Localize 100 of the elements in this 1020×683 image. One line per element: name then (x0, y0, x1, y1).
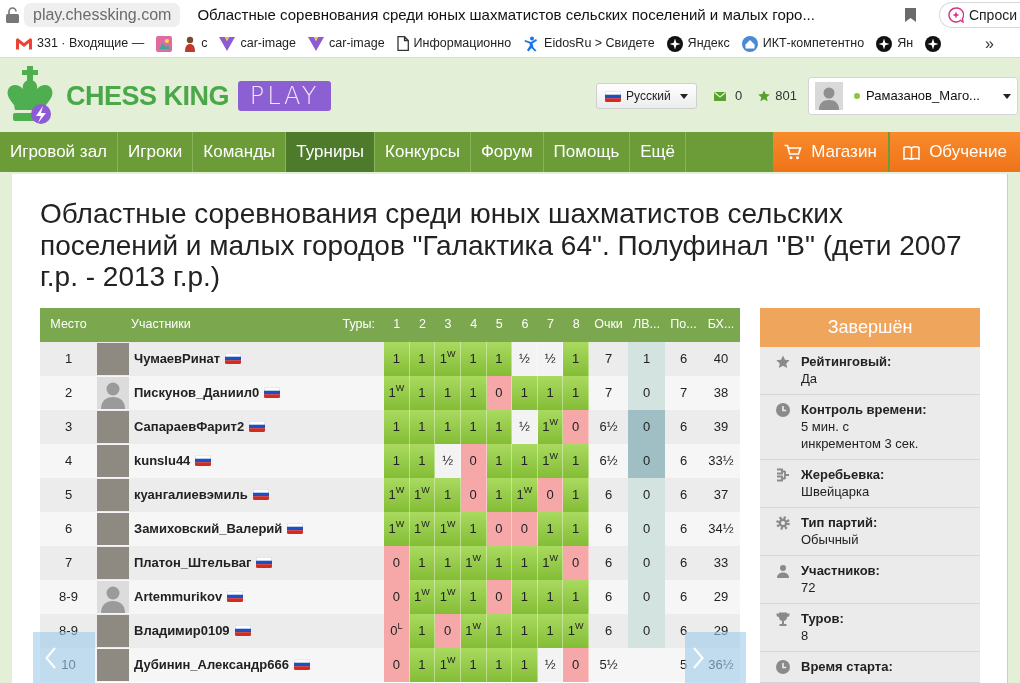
tiebreak-text: 6 (679, 519, 688, 538)
bookmark-icon (904, 7, 916, 22)
place-text: 3 (64, 417, 73, 436)
result-cell: 1 (512, 375, 538, 410)
column-heading: ЛВ... (632, 316, 661, 334)
info-value: Швейцарка (801, 482, 871, 500)
result-cell: 1 (384, 341, 410, 376)
result-cell: 0$^{L}$ (384, 613, 410, 648)
player-name[interactable]: Платон_Штельваг (134, 552, 252, 573)
avatar-photo (97, 342, 129, 375)
avatar-photo (97, 546, 129, 579)
result-cell: 1 (384, 443, 410, 478)
player-name[interactable]: Artemmurikov (134, 586, 223, 607)
column-heading: По... (669, 316, 698, 334)
info-value: Да (801, 369, 819, 387)
bookmark[interactable]: ИКТ-компетентно (741, 34, 865, 53)
flag-icon (195, 455, 212, 466)
document-icon (396, 36, 409, 51)
points-text: 6 (604, 519, 613, 538)
player-name[interactable]: СапараевФарит2 (134, 416, 245, 437)
bookmark[interactable]: Ян (876, 34, 914, 53)
star-icon (758, 90, 771, 102)
result-cell: 1 (435, 545, 461, 580)
nav-tab[interactable]: Турниры (286, 132, 376, 172)
avatar-photo (97, 410, 129, 443)
player-name[interactable]: Замиховский_Валерий (134, 518, 283, 539)
player-name[interactable]: Владимир0109 (134, 620, 230, 641)
tiebreak-text: 34½ (708, 519, 734, 538)
picture-icon (156, 35, 173, 52)
player-name[interactable]: Дубинин_Александр666 (134, 654, 289, 675)
result-cell: 0 (384, 647, 410, 682)
tiebreak-cell: 0 (628, 579, 665, 614)
player-name[interactable]: kunslu44 (134, 450, 191, 471)
info-label: Контроль времени: (801, 400, 928, 418)
column-heading: 4 (469, 316, 479, 334)
points-text: 6½ (599, 451, 618, 470)
result-cell: 0 (384, 579, 410, 614)
info-label: Участников: (801, 561, 881, 579)
bookmark[interactable]: с (184, 34, 208, 53)
result-cell: 0 (563, 647, 589, 682)
messages-link[interactable]: 0 (714, 86, 743, 106)
info-label: Тип партий: (801, 513, 879, 531)
result-cell: 1 (563, 341, 589, 376)
tiebreak-cell: 1 (628, 341, 665, 376)
column-heading: Участники (131, 316, 191, 334)
flag-icon (264, 387, 281, 398)
info-value: 8 (801, 626, 810, 644)
player-name[interactable]: ЧумаевРинат (134, 348, 221, 369)
person-icon (184, 35, 197, 52)
avatar-icon (815, 82, 843, 110)
tiebreak-text: 29 (713, 621, 729, 640)
more-bookmarks-button[interactable]: » (985, 31, 994, 56)
tiebreak-text: 6 (679, 587, 688, 606)
bookmark[interactable]: 331 · Входящие — (16, 34, 145, 53)
flag-icon (234, 625, 251, 636)
column-heading: 7 (546, 316, 556, 334)
logo-text: CHESS KING (66, 79, 230, 113)
info-label: Рейтинговый: (801, 352, 893, 370)
tiebreak-text: 7 (679, 383, 688, 402)
tournament-title: Областные соревнования среди юных шахматистов сельских поселений и малых городов "Галактика 64". Полуфинал "В" (дети 2007 г.р. - 2013 г.р.) (40, 198, 962, 293)
bookmark[interactable] (925, 35, 942, 52)
chat-sparkle-icon (947, 7, 964, 23)
v-logo-icon (308, 36, 325, 51)
bookmark[interactable]: Яндекс (666, 34, 730, 53)
user-menu-button[interactable]: Рамазанов_Маго... (808, 77, 1018, 115)
result-cell: 1 (435, 477, 461, 512)
result-cell: 1 (563, 477, 589, 512)
bookmark[interactable]: Информационно (396, 34, 512, 53)
address-bar[interactable]: play.chessking.com (24, 3, 181, 27)
player-name[interactable]: Пискунов_Даниил0 (134, 382, 260, 403)
bookmark[interactable]: car-image (219, 34, 297, 53)
result-cell: 1 (512, 613, 538, 648)
player-name[interactable]: куангалиевэмиль (134, 484, 248, 505)
column-heading: 2 (417, 316, 427, 334)
language-dropdown[interactable]: Русский (596, 83, 698, 109)
tiebreak-text: 6 (679, 417, 688, 436)
result-cell: 1 (563, 443, 589, 478)
place-text: 8-9 (59, 621, 78, 640)
flag-icon (252, 489, 269, 500)
place-text: 2 (64, 383, 73, 402)
tiebreak-text: 6 (679, 553, 688, 572)
figure-icon (523, 35, 540, 52)
column-heading: 6 (520, 316, 530, 334)
result-cell: 1$^{W}$ (435, 341, 461, 376)
bookmark[interactable]: car-image (308, 34, 385, 53)
result-cell: 1 (384, 409, 410, 444)
flag-icon (225, 353, 242, 364)
result-cell: 1 (563, 375, 589, 410)
bookmark[interactable]: EidosRu > Свидете (523, 34, 655, 53)
flag-icon (294, 659, 310, 670)
column-heading: Туры: (342, 316, 375, 334)
gear-icon (776, 515, 790, 530)
avatar-icon (97, 376, 129, 409)
bookmark-button[interactable] (904, 7, 917, 23)
cart-icon (784, 144, 803, 160)
tiebreak-text: 33½ (708, 451, 734, 470)
flag-icon (287, 523, 304, 534)
bracket-icon (776, 467, 790, 482)
circle-star-icon (876, 35, 893, 52)
result-cell: 1$^{W}$ (435, 511, 461, 546)
